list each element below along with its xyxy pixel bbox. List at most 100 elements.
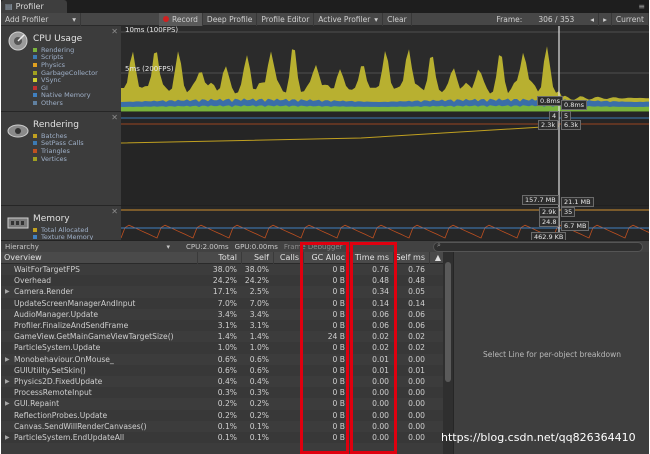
column-calls[interactable]: Calls	[273, 252, 303, 264]
row-calls	[273, 275, 303, 286]
row-self: 0.4%	[249, 377, 269, 386]
row-self: 7.0%	[249, 298, 269, 308]
record-button[interactable]: Record	[159, 12, 203, 26]
row-name: ProcessRemoteInput	[14, 388, 92, 398]
active-profiler-label: Active Profiler	[318, 14, 371, 24]
row-calls	[273, 342, 303, 353]
rendering-value-box: 2.3k	[538, 120, 559, 130]
row-self: 0.1%	[249, 421, 269, 431]
cpu-usage-module[interactable]: CPU Usage ✕ Rendering Scripts Physics Garba…	[1, 26, 121, 112]
module-title: Memory	[33, 214, 70, 224]
row-total: 3.4%	[217, 309, 237, 319]
row-total: 0.1%	[217, 421, 237, 431]
legend-label: Vertices	[41, 154, 67, 163]
sort-arrow-icon[interactable]: ▲	[429, 252, 443, 264]
close-icon[interactable]: ✕	[111, 207, 118, 216]
row-self: 0.2%	[249, 399, 269, 409]
row-name: WaitForTargetFPS	[14, 265, 80, 274]
row-name: Camera.Render	[14, 287, 74, 297]
row-calls	[273, 320, 303, 331]
profiler-graphs[interactable]: 10ms (100FPS) 5ms (200FPS) 0.8ms 0.8ms 4…	[121, 26, 649, 240]
memory-icon	[7, 217, 29, 229]
legend-swatch	[33, 70, 37, 75]
row-total: 0.4%	[217, 377, 237, 386]
row-selfms: 0.00	[408, 399, 425, 409]
row-name: ParticleSystem.EndUpdateAll	[14, 433, 125, 442]
row-total: 1.4%	[217, 332, 237, 342]
cpu-usage-icon	[8, 31, 28, 51]
detail-message: Select Line for per-object breakdown	[482, 350, 622, 359]
cpu-time-label: CPU:2.00ms	[186, 242, 229, 251]
table-scrollbar[interactable]	[443, 252, 453, 454]
cpu-value-box-right: 0.8ms	[561, 100, 588, 110]
legend-swatch	[33, 156, 37, 161]
row-name: AudioManager.Update	[14, 309, 99, 319]
row-selfms: 0.06	[408, 309, 425, 319]
row-name: GUIUtility.SetSkin()	[14, 365, 86, 375]
row-calls	[273, 432, 303, 443]
row-selfms: 0.02	[408, 343, 425, 353]
memory-value-box: 2.9k	[539, 207, 560, 217]
legend-swatch	[33, 55, 37, 60]
legend-swatch	[33, 62, 37, 67]
legend-swatch	[33, 227, 37, 232]
close-icon[interactable]: ✕	[111, 27, 118, 36]
row-name: GameView.GetMainGameViewTargetSize()	[14, 332, 174, 342]
dropdown-arrow-icon: ▾	[72, 14, 76, 24]
window-menu-icon[interactable]: ≡	[638, 2, 645, 11]
column-self-ms[interactable]: Self ms	[393, 252, 429, 264]
row-self: 1.0%	[249, 343, 269, 353]
module-title: Rendering	[33, 120, 79, 130]
row-selfms: 0.05	[408, 287, 425, 297]
column-self[interactable]: Self	[241, 252, 273, 264]
legend-label: Others	[41, 98, 63, 107]
memory-module[interactable]: Memory ✕ Total AllocatedTexture MemoryMe…	[1, 206, 121, 249]
tab-bar: ▤ Profiler ≡	[1, 0, 649, 13]
row-self: 3.1%	[249, 321, 269, 330]
dropdown-arrow-icon: ▾	[166, 242, 170, 251]
row-total: 0.2%	[217, 410, 237, 420]
next-frame-button[interactable]: ▸	[599, 13, 612, 26]
search-input[interactable]: ⌕	[433, 241, 643, 252]
clear-button[interactable]: Clear	[383, 12, 412, 26]
memory-value-box: 157.7 MB	[522, 195, 559, 205]
scrollbar-thumb[interactable]	[445, 262, 451, 382]
profiler-tab-icon: ▤	[5, 2, 13, 11]
column-total[interactable]: Total	[197, 252, 241, 264]
close-icon[interactable]: ✕	[111, 113, 118, 122]
legend-item[interactable]: Vertices	[33, 155, 84, 163]
hierarchy-mode-dropdown[interactable]: Hierarchy ▾	[1, 243, 176, 251]
deep-profile-label: Deep Profile	[206, 14, 253, 24]
row-total: 1.0%	[217, 343, 237, 353]
frame-label: Frame:	[496, 15, 523, 24]
legend-item[interactable]: Others	[33, 99, 98, 107]
row-calls	[273, 410, 303, 421]
legend-swatch	[33, 148, 37, 153]
row-total: 0.6%	[217, 365, 237, 375]
frame-value: 306 / 353	[538, 15, 575, 24]
row-name: ParticleSystem.Update	[14, 343, 101, 353]
row-total: 3.1%	[217, 321, 237, 330]
column-overview[interactable]: Overview	[1, 252, 197, 264]
active-profiler-dropdown[interactable]: Active Profiler ▾	[314, 12, 384, 26]
rendering-module[interactable]: Rendering ✕ Batches SetPass Calls Triangle…	[1, 112, 121, 206]
cpu-value-box: 0.8ms	[537, 96, 564, 106]
legend-swatch	[33, 47, 37, 52]
add-profiler-dropdown[interactable]: Add Profiler ▾	[1, 12, 81, 26]
row-total: 0.6%	[217, 354, 237, 364]
profiler-tab[interactable]: ▤ Profiler	[1, 0, 67, 13]
current-frame-button[interactable]: Current	[612, 13, 649, 26]
row-calls	[273, 264, 303, 275]
rendering-icon	[7, 124, 29, 138]
prev-frame-button[interactable]: ◂	[586, 13, 600, 26]
record-label: Record	[172, 14, 198, 24]
row-total: 24.2%	[212, 276, 237, 286]
row-total: 0.1%	[217, 433, 237, 442]
row-calls	[273, 421, 303, 432]
profile-editor-button[interactable]: Profile Editor	[257, 12, 315, 26]
profiler-window: ▤ Profiler ≡ Add Profiler ▾ Record Deep …	[1, 0, 649, 454]
row-selfms: 0.00	[408, 433, 425, 442]
deep-profile-button[interactable]: Deep Profile	[203, 12, 258, 26]
add-profiler-label: Add Profiler	[5, 14, 49, 24]
